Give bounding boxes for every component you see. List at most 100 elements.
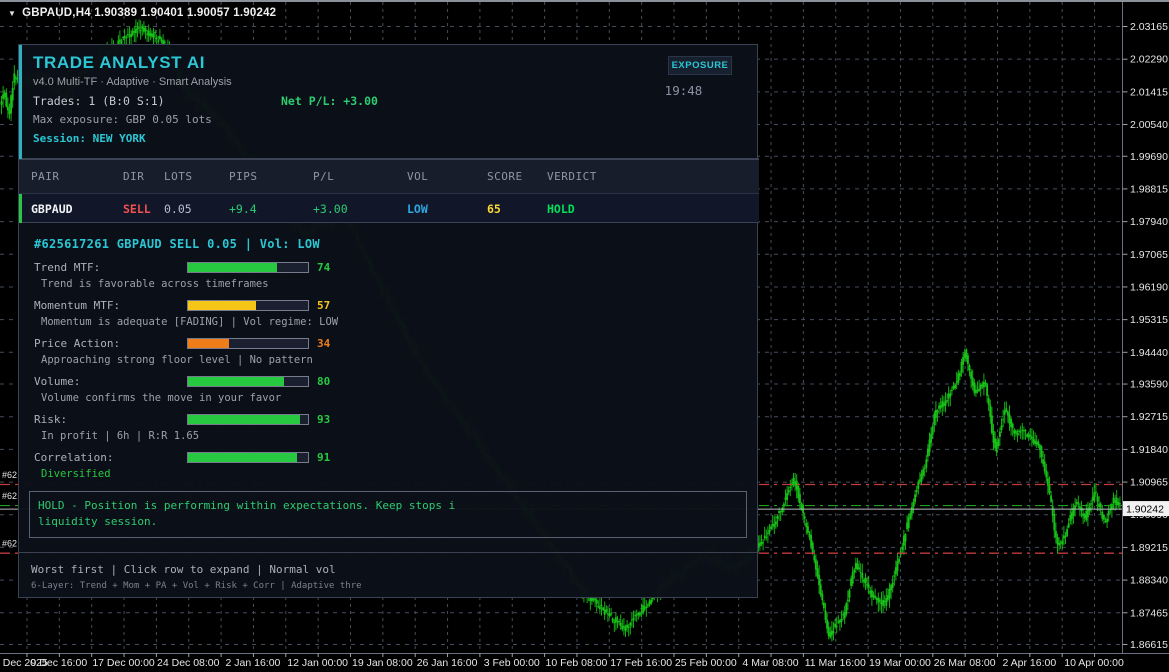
price-label: 1.86615 bbox=[1130, 639, 1168, 651]
metric-label: Trend MTF: bbox=[34, 261, 101, 274]
metric-note: Approaching strong floor level | No patt… bbox=[41, 354, 313, 366]
metric-value: 57 bbox=[317, 299, 331, 312]
col-header-vol: VOL bbox=[407, 170, 429, 183]
price-label: 1.89215 bbox=[1130, 542, 1168, 554]
verdict-message-line2: liquidity session. bbox=[38, 515, 158, 528]
col-header-pl: P/L bbox=[313, 170, 335, 183]
metric-label: Risk: bbox=[34, 413, 68, 426]
price-label: 2.00540 bbox=[1130, 119, 1168, 131]
col-header-lots: LOTS bbox=[164, 170, 193, 183]
header-accent-bar bbox=[19, 45, 22, 159]
time-label: 26 Mar 08:00 bbox=[934, 657, 996, 669]
time-axis[interactable]: 2 Dec 20259 Dec 16:0017 Dec 00:0024 Dec … bbox=[0, 653, 1124, 669]
position-row-gbpaud[interactable]: GBPAUD SELL 0.05 +9.4 +3.00 LOW 65 HOLD bbox=[19, 194, 759, 223]
metric-bar-track bbox=[187, 414, 309, 425]
panel-title: TRADE ANALYST AI bbox=[33, 53, 206, 72]
price-label: 1.87465 bbox=[1130, 607, 1168, 619]
time-label: 17 Dec 00:00 bbox=[92, 657, 155, 669]
metric-value: 93 bbox=[317, 413, 331, 426]
trade-analyst-panel: TRADE ANALYST AI v4.0 Multi-TF · Adaptiv… bbox=[18, 44, 759, 598]
clock-text: 19:48 bbox=[664, 83, 703, 98]
time-label: 24 Dec 08:00 bbox=[157, 657, 220, 669]
metric-row: Price Action: 34 Approaching strong floor … bbox=[19, 337, 759, 375]
metric-note: Diversified bbox=[41, 468, 111, 480]
metric-bar-track bbox=[187, 300, 309, 311]
metric-row: Trend MTF: 74 Trend is favorable across ti… bbox=[19, 261, 759, 299]
chart-collapse-icon[interactable]: ▼ bbox=[8, 9, 16, 18]
row-cell-score: 65 bbox=[487, 202, 501, 216]
metric-note: Trend is favorable across timeframes bbox=[41, 278, 269, 290]
time-label: 17 Feb 16:00 bbox=[610, 657, 672, 669]
symbol-ohlc-text: GBPAUD,H4 1.90389 1.90401 1.90057 1.9024… bbox=[22, 7, 277, 19]
time-label: 9 Dec 16:00 bbox=[31, 657, 88, 669]
time-label: 2 Jan 16:00 bbox=[226, 657, 281, 669]
time-label: 12 Jan 00:00 bbox=[287, 657, 348, 669]
price-axis[interactable]: 2.03165 2.02290 2.01415 2.00540 1.99690 1.988… bbox=[1122, 21, 1169, 651]
price-label: 1.90965 bbox=[1130, 477, 1168, 489]
col-header-verdict: VERDICT bbox=[547, 170, 597, 183]
order-label: #62 bbox=[2, 539, 17, 549]
metric-bar-fill bbox=[188, 263, 277, 272]
row-cell-dir: SELL bbox=[123, 202, 151, 216]
col-header-dir: DIR bbox=[123, 170, 145, 183]
net-pl-value: Net P/L: +3.00 bbox=[281, 94, 378, 108]
metric-label: Correlation: bbox=[34, 451, 114, 464]
metric-value: 91 bbox=[317, 451, 331, 464]
metric-note: In profit | 6h | R:R 1.65 bbox=[41, 430, 200, 442]
metric-bar-fill bbox=[188, 301, 256, 310]
metric-bar-fill bbox=[188, 415, 300, 424]
max-exposure-text: Max exposure: GBP 0.05 lots bbox=[33, 113, 212, 126]
metric-bar-fill bbox=[188, 453, 297, 462]
exposure-button[interactable]: EXPOSURE bbox=[668, 56, 732, 75]
time-label: 19 Jan 08:00 bbox=[352, 657, 413, 669]
price-label: 1.94440 bbox=[1130, 347, 1168, 359]
row-accent-bar bbox=[19, 194, 22, 223]
metric-value: 34 bbox=[317, 337, 331, 350]
price-label: 1.88340 bbox=[1130, 575, 1168, 587]
time-label: 19 Mar 00:00 bbox=[869, 657, 931, 669]
price-label: 1.93590 bbox=[1130, 379, 1168, 391]
footer-divider bbox=[19, 552, 759, 553]
window-top-edge bbox=[0, 0, 1169, 2]
price-label: 1.92715 bbox=[1130, 411, 1168, 423]
metric-note: Volume confirms the move in your favor bbox=[41, 392, 282, 404]
session-text: Session: NEW YORK bbox=[33, 132, 146, 145]
footer-hints: Worst first | Click row to expand | Norm… bbox=[31, 563, 336, 576]
col-header-pair: PAIR bbox=[31, 170, 60, 183]
metric-label: Volume: bbox=[34, 375, 81, 388]
price-label: 1.95315 bbox=[1130, 314, 1168, 326]
panel-subtitle: v4.0 Multi-TF · Adaptive · Smart Analysi… bbox=[33, 76, 232, 88]
order-label: #62 bbox=[2, 491, 17, 501]
time-label: 25 Feb 00:00 bbox=[675, 657, 737, 669]
row-cell-vol: LOW bbox=[407, 202, 428, 216]
price-label: 1.97940 bbox=[1130, 216, 1168, 228]
verdict-message-box: HOLD - Position is performing within exp… bbox=[29, 491, 747, 538]
price-label: 1.97065 bbox=[1130, 249, 1168, 261]
row-cell-verdict: HOLD bbox=[547, 202, 575, 216]
metric-bar-track bbox=[187, 376, 309, 387]
time-label: 26 Jan 16:00 bbox=[417, 657, 478, 669]
metric-note: Momentum is adequate [FADING] | Vol regi… bbox=[41, 316, 339, 328]
time-label: 10 Feb 08:00 bbox=[546, 657, 608, 669]
col-header-score: SCORE bbox=[487, 170, 523, 183]
row-cell-pips: +9.4 bbox=[229, 202, 257, 216]
positions-table-header: PAIR DIR LOTS PIPS P/L VOL SCORE VERDICT bbox=[19, 159, 759, 194]
order-label: #62 bbox=[2, 470, 17, 480]
metric-label: Momentum MTF: bbox=[34, 299, 121, 312]
row-cell-lots: 0.05 bbox=[164, 202, 192, 216]
metric-value: 80 bbox=[317, 375, 331, 388]
chart-symbol-title: ▼ GBPAUD,H4 1.90389 1.90401 1.90057 1.90… bbox=[8, 7, 276, 19]
metric-row: Correlation: 91 Diversified bbox=[19, 451, 759, 489]
verdict-message-line1: HOLD - Position is performing within exp… bbox=[38, 499, 456, 512]
time-label: 3 Feb 00:00 bbox=[484, 657, 540, 669]
row-cell-pl: +3.00 bbox=[313, 202, 348, 216]
metric-bar-fill bbox=[188, 339, 229, 348]
time-label: 2 Apr 16:00 bbox=[1002, 657, 1056, 669]
metric-row: Volume: 80 Volume confirms the move in you… bbox=[19, 375, 759, 413]
price-label: 2.01415 bbox=[1130, 86, 1168, 98]
metric-bar-track bbox=[187, 338, 309, 349]
row-cell-pair: GBPAUD bbox=[31, 202, 73, 216]
price-label: 2.02290 bbox=[1130, 54, 1168, 66]
panel-header: TRADE ANALYST AI v4.0 Multi-TF · Adaptiv… bbox=[19, 45, 759, 159]
price-label: 1.98815 bbox=[1130, 183, 1168, 195]
